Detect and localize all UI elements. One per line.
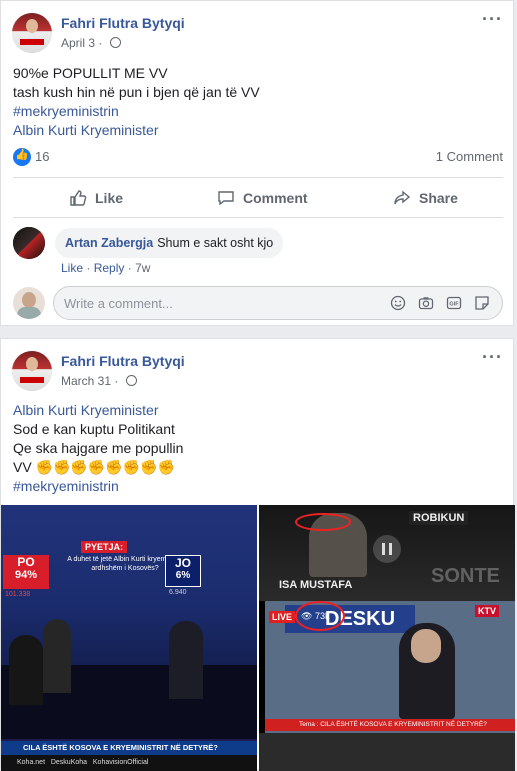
poll-yes-box: PO 94% bbox=[3, 555, 49, 589]
post-date[interactable]: March 31 · bbox=[61, 374, 137, 388]
studio-guest bbox=[9, 635, 43, 705]
poll-yes-votes: 101.338 bbox=[5, 591, 31, 598]
thumbs-up-icon bbox=[70, 190, 87, 206]
comment-text: Shum e sakt osht kjo bbox=[157, 236, 274, 250]
post-date-text[interactable]: April 3 · bbox=[61, 36, 106, 50]
post-video[interactable]: ROBIKUN ISA MUSTAFA SONTE DESKU LIVE 👁 7… bbox=[259, 505, 515, 771]
poll-no-votes: 6.940 bbox=[169, 589, 187, 596]
page-link[interactable]: Albin Kurti Kryeminister bbox=[13, 401, 159, 420]
comment-button[interactable]: Comment bbox=[217, 187, 308, 209]
svg-text:GIF: GIF bbox=[449, 302, 459, 308]
comment-input-placeholder: Write a comment... bbox=[64, 296, 173, 311]
comment-time[interactable]: 7w bbox=[135, 261, 150, 275]
poll-yes-label: PO bbox=[17, 555, 35, 569]
globe-icon bbox=[125, 375, 137, 386]
caption-name: ISA MUSTAFA bbox=[279, 579, 353, 591]
ktv-logo: KTV bbox=[475, 605, 499, 617]
share-icon bbox=[394, 190, 411, 205]
hashtag-link[interactable]: #mekryeministrin bbox=[13, 477, 119, 496]
emoji-icon[interactable] bbox=[390, 295, 406, 311]
sticker-icon[interactable] bbox=[474, 295, 490, 311]
commenter-name[interactable]: Artan Zabergja bbox=[65, 236, 153, 250]
author-name[interactable]: Fahri Flutra Bytyqi bbox=[61, 353, 185, 369]
news-ticker: CILA ËSHTË KOSOVA E KRYEMINISTRIT NË DET… bbox=[1, 741, 257, 755]
hashtag-link[interactable]: #mekryeministrin bbox=[13, 102, 119, 121]
commenter-avatar[interactable] bbox=[13, 227, 45, 259]
author-avatar[interactable] bbox=[12, 351, 52, 391]
poll-no-box: JO 6% bbox=[165, 555, 201, 587]
poll-question-tag: PYETJA: bbox=[81, 541, 128, 553]
share-button-label: Share bbox=[419, 190, 458, 206]
post-text-line: 90%e POPULLIT ME VV bbox=[13, 65, 168, 81]
post-date-text[interactable]: March 31 · bbox=[61, 374, 122, 388]
post-text-line: VV ✊✊✊✊✊✊✊✊ bbox=[13, 459, 176, 475]
comment-like-link[interactable]: Like bbox=[61, 261, 83, 275]
page-link[interactable]: Albin Kurti Kryeminister bbox=[13, 121, 159, 140]
divider bbox=[13, 177, 503, 178]
video-ticker: Tema : CILA ËSHTË KOSOVA E KRYEMINISTRIT… bbox=[265, 719, 515, 731]
author-avatar[interactable] bbox=[12, 13, 52, 53]
comment-count[interactable]: 1 Comment bbox=[436, 149, 503, 164]
post-photo[interactable]: PYETJA: A duhet të jetë Albin Kurti krye… bbox=[1, 505, 257, 771]
post-date[interactable]: April 3 · bbox=[61, 36, 121, 50]
video-bottom-bar bbox=[259, 733, 515, 771]
studio-guest bbox=[169, 621, 203, 699]
channel-brand: ROBIKUN bbox=[409, 511, 469, 525]
comment-actions: Like · Reply · 7w bbox=[61, 261, 151, 275]
divider bbox=[13, 217, 503, 218]
comment-bubble: Artan Zabergja Shum e sakt osht kjo bbox=[55, 228, 284, 258]
more-options-icon[interactable]: ··· bbox=[482, 347, 503, 368]
pause-icon[interactable] bbox=[373, 535, 401, 563]
like-button-label: Like bbox=[95, 190, 124, 206]
poll-no-percent: 6% bbox=[175, 570, 191, 581]
post-card: Fahri Flutra Bytyqi April 3 · ··· 90%e P… bbox=[0, 0, 514, 326]
current-user-avatar[interactable] bbox=[13, 287, 45, 319]
comment-reply-link[interactable]: Reply bbox=[94, 261, 125, 275]
comment-input[interactable]: Write a comment... GIF bbox=[53, 286, 503, 320]
author-name[interactable]: Fahri Flutra Bytyqi bbox=[61, 15, 185, 31]
like-button[interactable]: Like bbox=[69, 187, 123, 209]
post-text-line: tash kush hin në pun i bjen që jan të VV bbox=[13, 84, 260, 100]
highlight-circle bbox=[295, 601, 345, 631]
comment-button-label: Comment bbox=[243, 190, 308, 206]
comment-icon bbox=[218, 191, 234, 206]
poll-no-label: JO bbox=[174, 556, 191, 570]
promo-text: SONTE bbox=[431, 565, 500, 587]
post-card: Fahri Flutra Bytyqi March 31 · ··· Albin… bbox=[0, 338, 515, 771]
gif-icon[interactable]: GIF bbox=[446, 295, 462, 311]
like-count[interactable]: 16 bbox=[35, 149, 49, 164]
live-badge: LIVE bbox=[269, 611, 296, 623]
globe-icon bbox=[109, 37, 121, 48]
video-speaker-face bbox=[411, 629, 441, 663]
post-text-line: Qe ska hajgare me popullin bbox=[13, 440, 184, 456]
more-options-icon[interactable]: ··· bbox=[482, 9, 503, 30]
reactions-row: 16 1 Comment bbox=[13, 147, 503, 167]
post-text-line: Sod e kan kuptu Politikant bbox=[13, 421, 175, 437]
poll-yes-percent: 94% bbox=[14, 569, 38, 581]
camera-icon[interactable] bbox=[418, 295, 434, 311]
share-button[interactable]: Share bbox=[393, 187, 458, 209]
like-reaction-icon[interactable] bbox=[13, 148, 31, 166]
highlight-circle bbox=[295, 513, 351, 531]
studio-host bbox=[43, 619, 71, 693]
channel-footer: Koha.net DeskuKoha KohavisionOfficial bbox=[1, 755, 257, 771]
